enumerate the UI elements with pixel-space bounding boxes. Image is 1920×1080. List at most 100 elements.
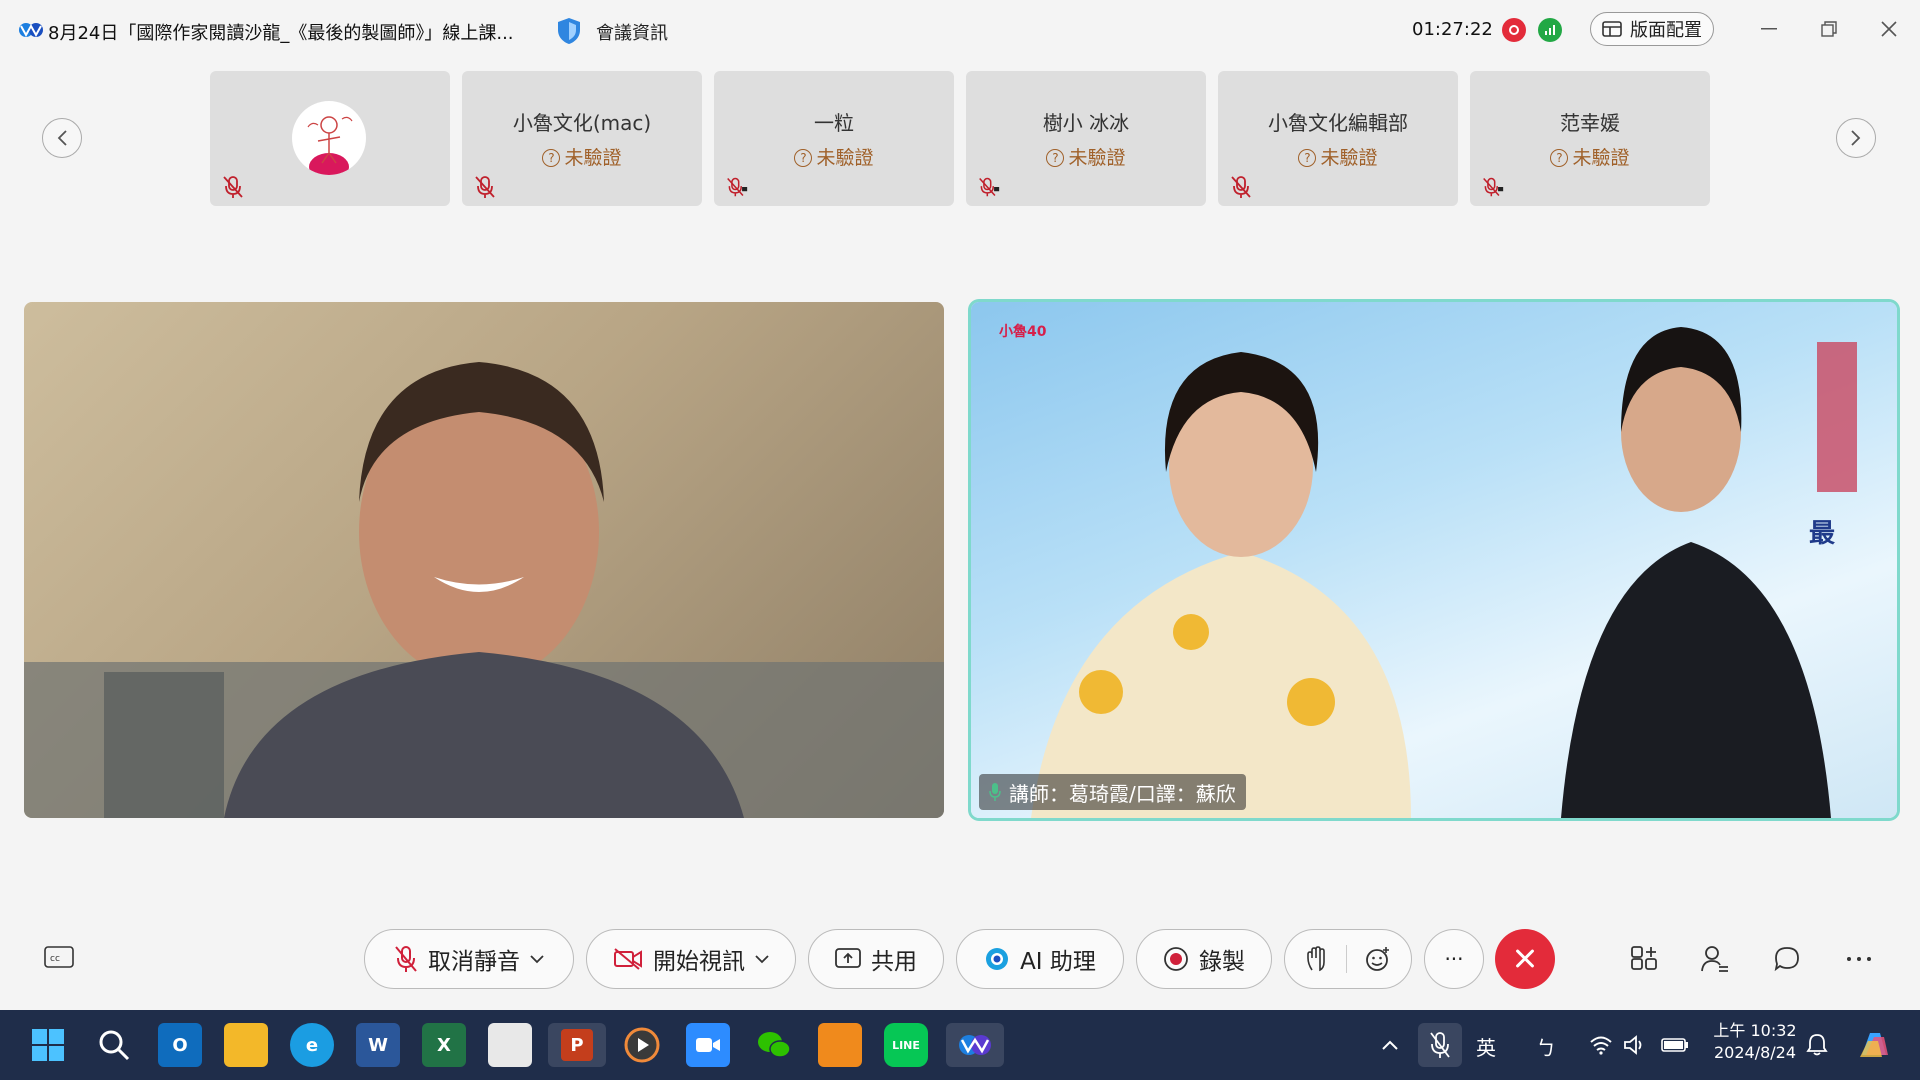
chevron-down-icon[interactable] [530,954,544,964]
participant-card[interactable]: 小魯文化編輯部 ? 未驗證 [1218,71,1458,206]
network-signal-icon[interactable] [1538,18,1562,42]
participant-verify-status: ? 未驗證 [462,143,702,170]
pdf-app-icon[interactable] [818,1023,862,1067]
closed-captions-icon[interactable]: cc [44,946,74,970]
video-tile-active-speaker[interactable]: 小魯40 最 講師：葛琦霞/口譯：蘇欣 [971,302,1897,818]
record-button[interactable]: 錄製 [1136,929,1272,989]
participants-prev-button[interactable] [42,118,82,158]
ime-language-indicator[interactable]: 英 [1476,1032,1496,1061]
powerpoint-icon[interactable]: P [548,1023,606,1067]
divider [1345,945,1347,973]
question-icon: ? [1046,149,1065,167]
question-icon: ? [1550,149,1569,167]
participant-card[interactable]: 一粒 ? 未驗證 [714,71,954,206]
ai-assistant-label: AI 助理 [1020,949,1096,975]
title-bar: 8月24日「國際作家閱讀沙龍_《最後的製圖師》」線上課... 會議資訊 01:2… [0,0,1920,62]
mic-muted-locked-icon [979,177,1000,197]
webex-taskbar-icon[interactable] [946,1023,1004,1067]
file-explorer-icon[interactable] [224,1023,268,1067]
meeting-info-link[interactable]: 會議資訊 [596,19,668,45]
start-video-label: 開始視訊 [653,949,745,975]
taskbar: O e W X P LINE 英 ㄅ 上午 10:32 2024/8/24 [0,1010,1920,1080]
participant-verify-status: ? 未驗證 [1470,143,1710,170]
record-label: 錄製 [1199,949,1245,975]
leave-meeting-button[interactable] [1495,929,1555,989]
edge-icon[interactable]: e [290,1023,334,1067]
shield-icon[interactable] [556,16,582,46]
mic-muted-tray-icon[interactable] [1418,1023,1462,1067]
question-icon: ? [794,149,813,167]
media-player-icon[interactable] [620,1023,664,1067]
participant-verify-status: ? 未驗證 [966,143,1206,170]
emoji-reaction-icon[interactable] [1365,946,1391,972]
notification-bell-icon[interactable] [1800,1023,1834,1067]
raise-hand-icon[interactable] [1306,946,1328,972]
chevron-right-icon [1851,130,1861,146]
excel-icon[interactable]: X [422,1023,466,1067]
participant-card[interactable]: 范幸媛 ? 未驗證 [1470,71,1710,206]
participant-card[interactable]: 樹小 冰冰 ? 未驗證 [966,71,1206,206]
mic-muted-icon [395,946,417,972]
ime-mode-indicator[interactable]: ㄅ [1536,1032,1556,1061]
video-tile-speaker[interactable] [24,302,944,818]
more-options-button[interactable]: ··· [1424,929,1484,989]
participant-name: 小魯文化(mac) [512,111,652,135]
video-frame: 小魯40 最 [999,323,1857,818]
restore-icon[interactable] [1812,14,1846,44]
mic-muted-icon [1231,176,1251,198]
chevron-down-icon[interactable] [755,954,769,964]
mic-icon [989,783,1001,801]
battery-icon[interactable] [1658,1023,1692,1067]
chat-icon[interactable] [1770,942,1804,976]
snipping-tool-icon[interactable] [488,1023,532,1067]
meeting-timer: 01:27:22 [1412,19,1493,40]
word-icon[interactable]: W [356,1023,400,1067]
share-button[interactable]: 共用 [808,929,944,989]
participant-verify-status: ? 未驗證 [1218,143,1458,170]
participant-name: 小魯文化編輯部 [1268,111,1408,135]
question-icon: ? [542,149,561,167]
participant-verify-status: ? 未驗證 [714,143,954,170]
line-icon[interactable]: LINE [884,1023,928,1067]
system-clock[interactable]: 上午 10:32 2024/8/24 [1710,1020,1800,1064]
close-icon[interactable] [1872,14,1906,44]
clock-time: 上午 10:32 [1713,1021,1797,1040]
mic-muted-icon [223,176,243,198]
webex-logo-icon [19,23,43,38]
clock-date: 2024/8/24 [1713,1043,1797,1062]
windows-start-icon[interactable] [26,1023,70,1067]
outlook-icon[interactable]: O [158,1023,202,1067]
minimize-icon[interactable] [1752,14,1786,44]
avatar [292,101,366,175]
more-panels-icon[interactable] [1842,942,1876,976]
book-text: 最 [1809,519,1836,549]
layout-button-label: 版面配置 [1630,20,1702,41]
unmute-label: 取消靜音 [428,949,520,975]
mic-muted-icon [475,176,495,198]
participants-panel-icon[interactable] [1698,942,1732,976]
volume-icon[interactable] [1620,1023,1650,1067]
copilot-icon[interactable] [1852,1023,1896,1067]
participant-name: 范幸媛 [1560,111,1620,135]
zoom-icon[interactable] [686,1023,730,1067]
participants-next-button[interactable] [1836,118,1876,158]
ai-assistant-icon [986,948,1009,970]
participant-card[interactable]: 小魯文化(mac) ? 未驗證 [462,71,702,206]
ai-assistant-button[interactable]: AI 助理 [956,929,1124,989]
layout-button[interactable]: 版面配置 [1590,12,1714,46]
mic-muted-locked-icon [727,177,748,197]
participant-name: 樹小 冰冰 [1042,111,1130,135]
participant-card[interactable] [210,71,450,206]
video-frame [24,362,944,818]
share-screen-icon [835,948,861,968]
video-off-icon [614,948,642,970]
start-video-button[interactable]: 開始視訊 [586,929,796,989]
wechat-icon[interactable] [752,1023,796,1067]
search-icon[interactable] [92,1023,136,1067]
reactions-group [1284,929,1412,989]
recording-indicator-icon[interactable] [1502,18,1526,42]
apps-icon[interactable] [1627,942,1661,976]
wifi-icon[interactable] [1586,1023,1616,1067]
chevron-up-icon[interactable] [1370,1023,1410,1067]
unmute-button[interactable]: 取消靜音 [364,929,574,989]
